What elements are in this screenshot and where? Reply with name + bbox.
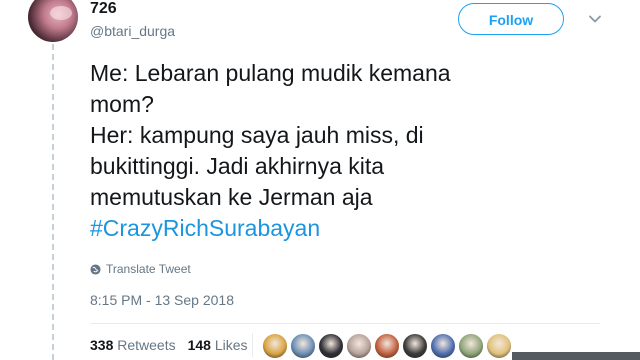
liker-avatar[interactable] [346,333,372,359]
likes-stat[interactable]: 148 Likes [188,337,248,353]
retweets-label: Retweets [117,337,176,353]
liker-avatar[interactable] [402,333,428,359]
liker-avatar[interactable] [374,333,400,359]
follow-button[interactable]: Follow [458,3,564,35]
tweet-timestamp[interactable]: 8:15 PM - 13 Sep 2018 [90,292,234,308]
liker-avatar[interactable] [430,333,456,359]
tweet-line: Her: kampung saya jauh miss, di [90,122,424,148]
chevron-down-icon[interactable] [588,12,602,26]
stats-separator [252,333,253,357]
liker-avatars [262,333,512,359]
liker-avatar[interactable] [318,333,344,359]
translate-tweet-link[interactable]: Translate Tweet [90,262,191,276]
hashtag-link[interactable]: #CrazyRichSurabayan [90,213,530,244]
globe-icon [90,263,101,275]
user-handle[interactable]: @btari_durga [90,23,175,39]
tweet-line: memutuskan ke Jerman aja [90,184,373,210]
divider [90,323,600,324]
liker-avatar[interactable] [486,333,512,359]
tweet-line: mom? [90,91,154,117]
thread-line [52,44,54,360]
tweet-line: bukittinggi. Jadi akhirnya kita [90,153,385,179]
likes-label: Likes [214,337,248,353]
tweet-stats: 338 Retweets 148 Likes [90,337,248,353]
corner-overlay [512,352,640,360]
likes-count: 148 [187,337,211,353]
retweets-count: 338 [90,337,114,353]
avatar-highlight [50,6,72,20]
tweet-text: Me: Lebaran pulang mudik kemana mom? Her… [90,58,530,244]
retweets-stat[interactable]: 338 Retweets [90,337,176,353]
translate-label: Translate Tweet [106,262,191,276]
liker-avatar[interactable] [290,333,316,359]
liker-avatar[interactable] [458,333,484,359]
display-name[interactable]: 726 [90,0,117,18]
liker-avatar[interactable] [262,333,288,359]
tweet-line: Me: Lebaran pulang mudik kemana [90,60,451,86]
avatar[interactable] [28,0,78,42]
